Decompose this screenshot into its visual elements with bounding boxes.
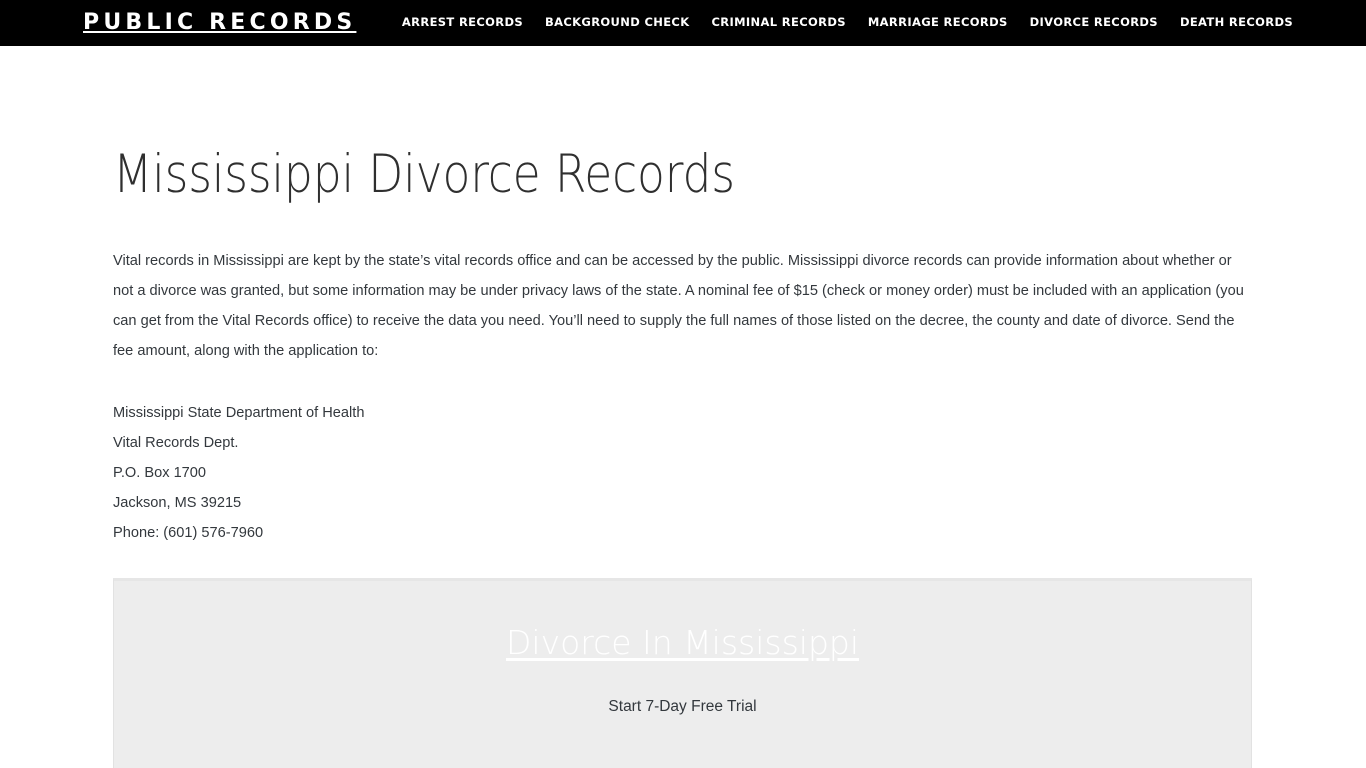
mailing-address-block: Mississippi State Department of Health V… (113, 366, 1253, 548)
address-po-box: P.O. Box 1700 (113, 465, 207, 482)
page-title: Mississippi Divorce Records (113, 144, 735, 205)
nav-item-death-records[interactable]: DEATH RECORDS (1169, 17, 1304, 29)
main-content: Mississippi Divorce Records Vital record… (0, 46, 1366, 768)
promo-subtitle: Start 7-Day Free Trial (608, 697, 757, 715)
address-city-state-zip: Jackson, MS 39215 (113, 495, 242, 512)
main-navigation: ARREST RECORDS BACKGROUND CHECK CRIMINAL… (391, 17, 1304, 29)
address-department: Vital Records Dept. (113, 435, 239, 452)
promo-title[interactable]: Divorce In Mississippi (114, 581, 1251, 663)
nav-item-arrest-records[interactable]: ARREST RECORDS (391, 17, 534, 29)
address-phone: Phone: (601) 576-7960 (113, 525, 264, 542)
nav-item-marriage-records[interactable]: MARRIAGE RECORDS (857, 17, 1019, 29)
address-organization: Mississippi State Department of Health (113, 405, 365, 422)
promo-trial-box: Divorce In Mississippi Start 7-Day Free … (113, 578, 1252, 768)
intro-paragraph: Vital records in Mississippi are kept by… (113, 253, 1244, 360)
nav-item-criminal-records[interactable]: CRIMINAL RECORDS (701, 17, 857, 29)
site-logo[interactable]: PUBLIC RECORDS (83, 12, 356, 34)
nav-item-divorce-records[interactable]: DIVORCE RECORDS (1019, 17, 1169, 29)
trial-signup-form: Enter First Name (114, 716, 1251, 768)
nav-item-background-check[interactable]: BACKGROUND CHECK (534, 17, 700, 29)
site-header: PUBLIC RECORDS ARREST RECORDS BACKGROUND… (0, 0, 1366, 46)
